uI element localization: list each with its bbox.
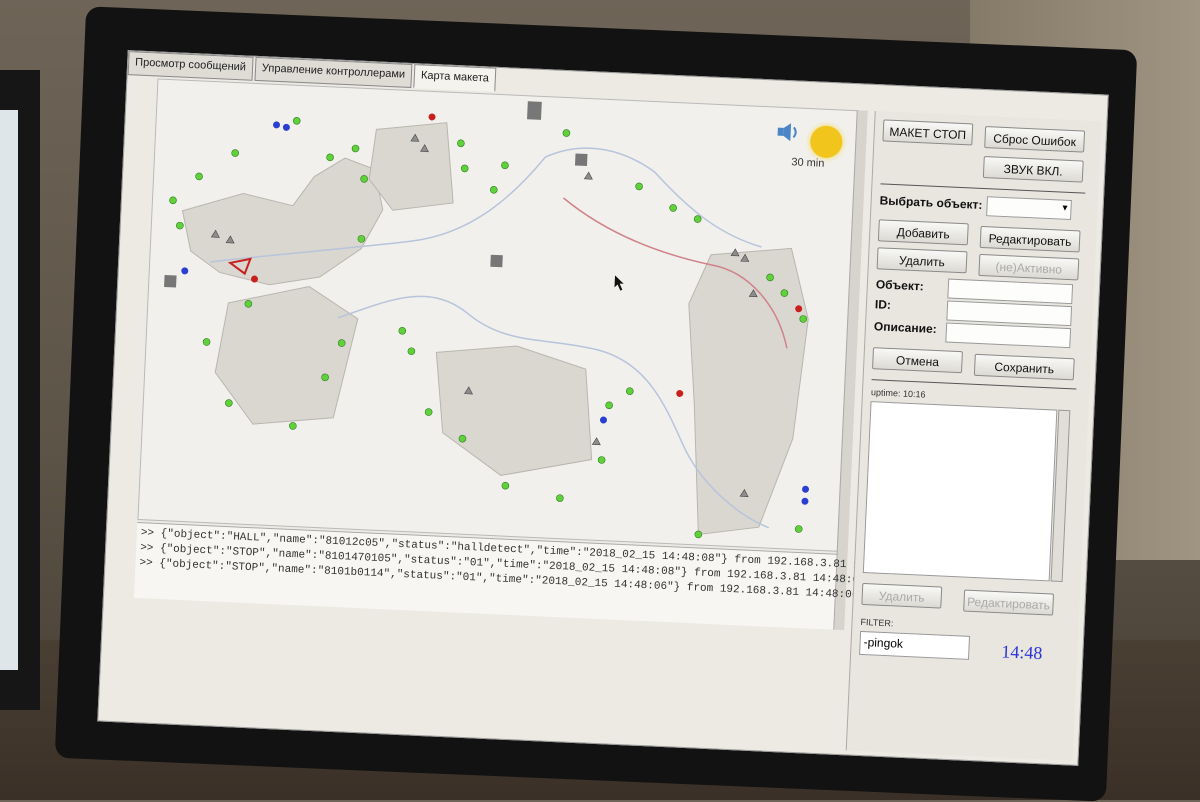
active-sensor[interactable] [225, 399, 233, 407]
tab-messages[interactable]: Просмотр сообщений [127, 51, 254, 81]
active-sensor[interactable] [794, 525, 803, 533]
delete-button[interactable]: Удалить [876, 247, 968, 274]
stop-layout-button[interactable]: МАКЕТ СТОП [882, 119, 974, 146]
active-sensor[interactable] [460, 164, 469, 173]
add-button[interactable]: Добавить [877, 219, 969, 246]
object-select[interactable]: ▾ [986, 196, 1072, 221]
active-sensor[interactable] [321, 373, 329, 382]
layout-map[interactable] [137, 78, 859, 552]
active-sensor[interactable] [635, 182, 643, 191]
active-sensor[interactable] [407, 347, 416, 356]
status-indicators: 30 min [774, 121, 844, 171]
sun-icon [809, 125, 844, 159]
active-sensor[interactable] [326, 153, 334, 162]
error-sensor[interactable] [428, 113, 436, 121]
edit-button[interactable]: Редактировать [979, 225, 1081, 253]
active-sensor[interactable] [605, 401, 613, 410]
list-edit-button[interactable]: Редактировать [963, 589, 1055, 616]
active-sensor[interactable] [231, 149, 239, 157]
active-sensor[interactable] [501, 481, 510, 490]
active-sensor[interactable] [556, 494, 564, 502]
tab-layout-map[interactable]: Карта макета [413, 64, 497, 92]
map-canvas [164, 101, 810, 539]
map-zone-center [435, 345, 593, 476]
uptime-label: uptime: 10:16 [870, 387, 926, 400]
active-sensor[interactable] [244, 300, 253, 308]
active-sensor[interactable] [176, 221, 184, 230]
description-field[interactable] [945, 322, 1072, 349]
save-button[interactable]: Сохранить [973, 353, 1075, 381]
sound-toggle-button[interactable]: ЗВУК ВКЛ. [982, 156, 1084, 183]
map-zone-west [181, 157, 384, 286]
active-sensor[interactable] [289, 422, 297, 430]
active-sensor[interactable] [202, 338, 211, 346]
select-object-label: Выбрать объект: [879, 193, 983, 212]
active-sensor[interactable] [562, 129, 571, 137]
map-zone-southwest [214, 286, 359, 425]
message-list-box[interactable] [862, 401, 1058, 582]
description-label: Описание: [873, 319, 937, 337]
blue-sensor[interactable] [801, 497, 809, 505]
active-sensor[interactable] [766, 273, 774, 282]
object-label: Объект: [875, 277, 925, 294]
active-sensor[interactable] [780, 289, 789, 297]
toggle-active-button[interactable]: (не)Активно [978, 253, 1080, 281]
active-sensor[interactable] [693, 215, 702, 223]
active-sensor[interactable] [489, 186, 498, 194]
id-label: ID: [874, 297, 892, 312]
active-sensor[interactable] [669, 204, 677, 212]
blue-sensor[interactable] [599, 416, 607, 424]
active-sensor[interactable] [694, 530, 703, 539]
chevron-down-icon: ▾ [1062, 202, 1068, 214]
filter-input[interactable]: -pingok [859, 630, 971, 660]
list-delete-button[interactable]: Удалить [861, 582, 943, 609]
id-field[interactable] [946, 300, 1073, 327]
object-field[interactable] [947, 278, 1074, 305]
building-block [490, 254, 503, 268]
switch-marker[interactable] [591, 437, 601, 446]
switch-marker[interactable] [583, 171, 593, 180]
active-sensor[interactable] [457, 139, 465, 148]
blue-sensor[interactable] [802, 485, 810, 493]
divider [880, 183, 1086, 194]
active-sensor[interactable] [169, 196, 177, 205]
active-sensor[interactable] [360, 175, 368, 183]
active-sensor[interactable] [458, 434, 467, 443]
blue-sensor[interactable] [282, 123, 290, 131]
active-sensor[interactable] [625, 387, 634, 395]
cancel-button[interactable]: Отмена [872, 347, 963, 374]
speaker-icon[interactable] [775, 121, 802, 144]
mouse-cursor-icon [614, 275, 624, 291]
active-sensor[interactable] [351, 144, 360, 153]
error-sensor[interactable] [676, 389, 684, 397]
active-sensor[interactable] [597, 456, 606, 464]
building-block [527, 101, 542, 120]
clock-display: 14:48 [1000, 641, 1043, 664]
filter-label: FILTER: [860, 616, 894, 629]
active-sensor[interactable] [292, 117, 301, 125]
active-sensor[interactable] [337, 339, 346, 347]
building-block [164, 274, 177, 288]
app-window: Просмотр сообщений Управление контроллер… [97, 50, 1109, 766]
reset-errors-button[interactable]: Сброс Ошибок [984, 126, 1086, 153]
active-sensor[interactable] [195, 172, 203, 181]
adjacent-monitor [0, 70, 40, 710]
map-zone-north [368, 122, 454, 211]
active-sensor[interactable] [799, 315, 808, 323]
active-sensor[interactable] [357, 235, 366, 243]
active-sensor[interactable] [398, 327, 407, 335]
active-sensor[interactable] [424, 408, 433, 416]
building-block [574, 153, 588, 167]
control-panel: МАКЕТ СТОП Сброс Ошибок ЗВУК ВКЛ. Выбрат… [845, 111, 1102, 761]
blue-sensor[interactable] [181, 267, 189, 275]
active-sensor[interactable] [501, 161, 509, 170]
blue-sensor[interactable] [273, 121, 281, 129]
